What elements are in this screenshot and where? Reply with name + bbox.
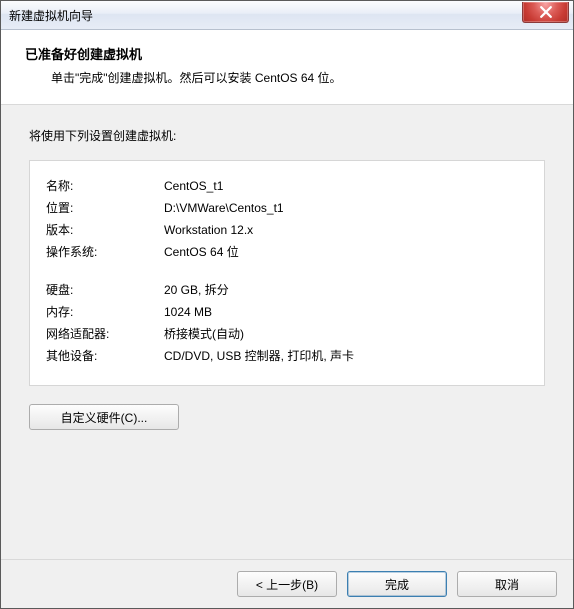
- value-other: CD/DVD, USB 控制器, 打印机, 声卡: [164, 345, 528, 367]
- label-disk: 硬盘:: [46, 279, 164, 301]
- wizard-footer: < 上一步(B) 完成 取消: [1, 559, 573, 608]
- customize-hardware-button[interactable]: 自定义硬件(C)...: [29, 404, 179, 430]
- wizard-header: 已准备好创建虚拟机 单击"完成"创建虚拟机。然后可以安装 CentOS 64 位…: [1, 30, 573, 105]
- label-network: 网络适配器:: [46, 323, 164, 345]
- summary-row-name: 名称: CentOS_t1: [46, 175, 528, 197]
- label-memory: 内存:: [46, 301, 164, 323]
- row-gap: [46, 263, 528, 279]
- summary-row-memory: 内存: 1024 MB: [46, 301, 528, 323]
- summary-panel: 名称: CentOS_t1 位置: D:\VMWare\Centos_t1 版本…: [29, 160, 545, 386]
- value-disk: 20 GB, 拆分: [164, 279, 528, 301]
- header-heading: 已准备好创建虚拟机: [25, 44, 549, 63]
- label-name: 名称:: [46, 175, 164, 197]
- header-subtext: 单击"完成"创建虚拟机。然后可以安装 CentOS 64 位。: [51, 69, 549, 86]
- value-network: 桥接模式(自动): [164, 323, 528, 345]
- value-os: CentOS 64 位: [164, 241, 528, 263]
- wizard-window: 新建虚拟机向导 已准备好创建虚拟机 单击"完成"创建虚拟机。然后可以安装 Cen…: [0, 0, 574, 609]
- close-button[interactable]: [522, 2, 569, 23]
- label-location: 位置:: [46, 197, 164, 219]
- close-icon: [540, 6, 552, 18]
- summary-row-network: 网络适配器: 桥接模式(自动): [46, 323, 528, 345]
- summary-row-location: 位置: D:\VMWare\Centos_t1: [46, 197, 528, 219]
- lead-text: 将使用下列设置创建虚拟机:: [29, 127, 545, 144]
- value-location: D:\VMWare\Centos_t1: [164, 197, 528, 219]
- back-button[interactable]: < 上一步(B): [237, 571, 337, 597]
- window-title: 新建虚拟机向导: [9, 7, 93, 24]
- label-os: 操作系统:: [46, 241, 164, 263]
- value-version: Workstation 12.x: [164, 219, 528, 241]
- label-version: 版本:: [46, 219, 164, 241]
- value-memory: 1024 MB: [164, 301, 528, 323]
- finish-button[interactable]: 完成: [347, 571, 447, 597]
- wizard-body: 将使用下列设置创建虚拟机: 名称: CentOS_t1 位置: D:\VMWar…: [1, 105, 573, 430]
- summary-row-other: 其他设备: CD/DVD, USB 控制器, 打印机, 声卡: [46, 345, 528, 367]
- summary-row-version: 版本: Workstation 12.x: [46, 219, 528, 241]
- value-name: CentOS_t1: [164, 175, 528, 197]
- summary-row-disk: 硬盘: 20 GB, 拆分: [46, 279, 528, 301]
- cancel-button[interactable]: 取消: [457, 571, 557, 597]
- label-other: 其他设备:: [46, 345, 164, 367]
- summary-row-os: 操作系统: CentOS 64 位: [46, 241, 528, 263]
- title-bar: 新建虚拟机向导: [1, 1, 573, 30]
